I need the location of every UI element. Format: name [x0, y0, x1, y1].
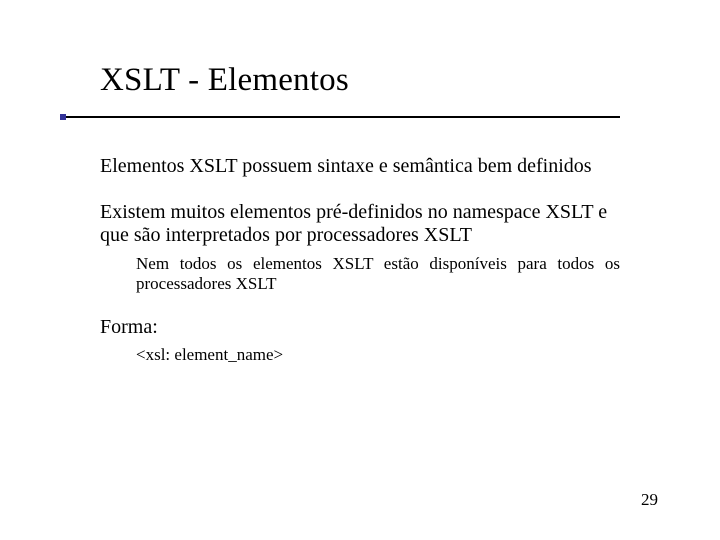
page-number: 29 — [641, 490, 658, 510]
title-underline — [60, 114, 620, 120]
horizontal-rule — [66, 116, 620, 118]
paragraph-3: Forma: — [100, 316, 620, 340]
page-title: XSLT - Elementos — [100, 62, 349, 99]
paragraph-1: Elementos XSLT possuem sintaxe e semânti… — [100, 155, 620, 179]
slide: XSLT - Elementos Elementos XSLT possuem … — [0, 0, 720, 540]
body-content: Elementos XSLT possuem sintaxe e semânti… — [100, 155, 620, 388]
paragraph-2-sub: Nem todos os elementos XSLT estão dispon… — [136, 254, 620, 294]
paragraph-2: Existem muitos elementos pré-definidos n… — [100, 201, 620, 248]
paragraph-3-sub: <xsl: element_name> — [136, 345, 620, 365]
